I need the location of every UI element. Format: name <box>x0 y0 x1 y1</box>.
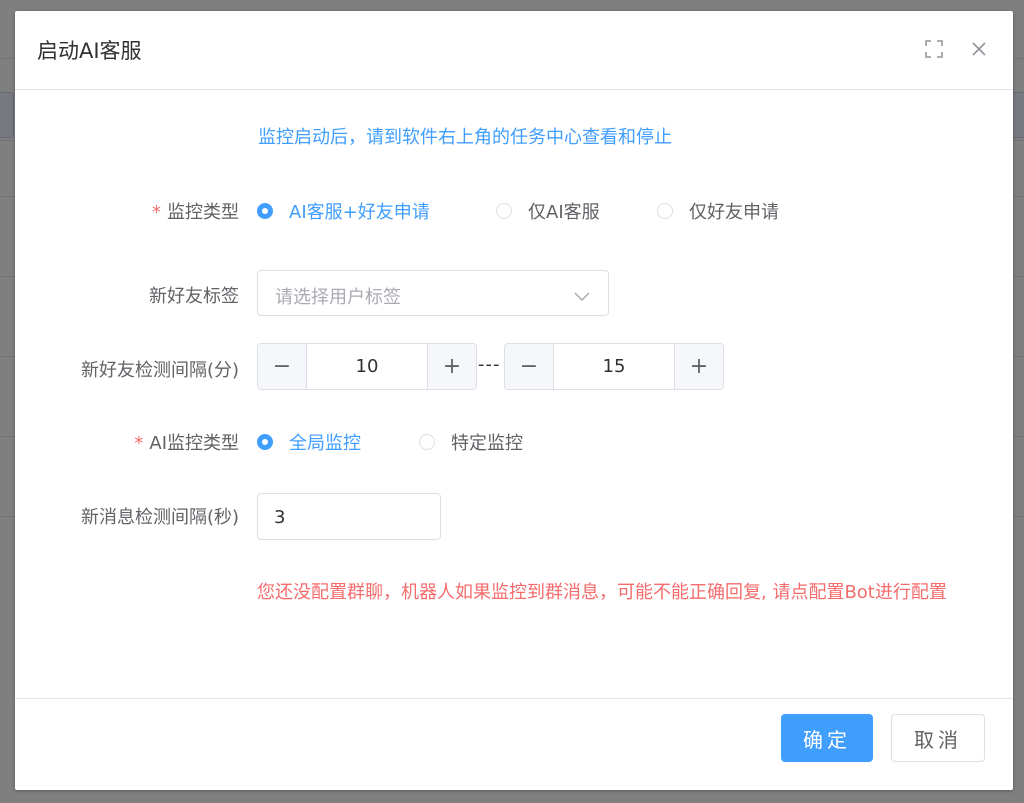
cancel-button[interactable]: 取消 <box>891 714 985 762</box>
radio-global-monitor[interactable]: 全局监控 <box>257 429 361 455</box>
ai-monitor-type-label: * AI监控类型 <box>134 433 239 454</box>
message-interval-label: 新消息检测间隔(秒) <box>80 507 239 528</box>
required-mark: * <box>134 433 144 454</box>
notice-text: 监控启动后，请到软件右上角的任务中心查看和停止 <box>258 127 672 148</box>
group-chat-warning: 您还没配置群聊，机器人如果监控到群消息，可能不能正确回复, 请点配置Bot进行配… <box>257 582 947 603</box>
dialog-body: 监控启动后，请到软件右上角的任务中心查看和停止 * 监控类型 AI客服+好友申请 … <box>15 90 1013 698</box>
message-interval-value: 3 <box>274 507 286 528</box>
decrement-button[interactable]: − <box>505 344 554 389</box>
radio-friend-only[interactable]: 仅好友申请 <box>657 198 779 224</box>
confirm-button[interactable]: 确定 <box>781 714 873 762</box>
dialog-header: 启动AI客服 <box>15 11 1013 90</box>
radio-unchecked-icon <box>496 203 512 219</box>
message-interval-input[interactable]: 3 <box>257 493 441 540</box>
radio-checked-icon <box>257 203 273 219</box>
range-separator: --- <box>478 354 501 375</box>
required-mark: * <box>152 202 161 223</box>
dialog-title: 启动AI客服 <box>37 39 142 63</box>
friend-interval-max-stepper: − 15 + <box>504 343 724 390</box>
close-icon[interactable] <box>967 37 991 61</box>
radio-ai-and-friend[interactable]: AI客服+好友申请 <box>257 198 430 224</box>
radio-specific-monitor[interactable]: 特定监控 <box>419 429 523 455</box>
radio-unchecked-icon <box>419 434 435 450</box>
radio-ai-only[interactable]: 仅AI客服 <box>496 198 600 224</box>
radio-checked-icon <box>257 434 273 450</box>
decrement-button[interactable]: − <box>258 344 307 389</box>
monitor-type-label: * 监控类型 <box>152 202 239 223</box>
friend-tag-placeholder: 请选择用户标签 <box>275 287 401 308</box>
start-ai-service-dialog: 启动AI客服 监控启动后，请到软件右上角的任务中心查看和停止 * 监控类型 AI客… <box>15 11 1013 790</box>
friend-tag-label: 新好友标签 <box>149 286 239 307</box>
increment-button[interactable]: + <box>674 344 723 389</box>
radio-unchecked-icon <box>657 203 673 219</box>
backdrop: 启动AI客服 监控启动后，请到软件右上角的任务中心查看和停止 * 监控类型 AI客… <box>0 0 1024 803</box>
friend-interval-min-value[interactable]: 10 <box>307 344 427 389</box>
increment-button[interactable]: + <box>427 344 476 389</box>
friend-interval-min-stepper: − 10 + <box>257 343 477 390</box>
chevron-down-icon <box>574 287 590 306</box>
friend-tag-select[interactable]: 请选择用户标签 <box>257 270 609 316</box>
friend-interval-max-value[interactable]: 15 <box>554 344 674 389</box>
dialog-footer: 确定 取消 <box>15 698 1013 791</box>
fullscreen-icon[interactable] <box>922 37 946 61</box>
friend-interval-label: 新好友检测间隔(分) <box>80 360 239 381</box>
